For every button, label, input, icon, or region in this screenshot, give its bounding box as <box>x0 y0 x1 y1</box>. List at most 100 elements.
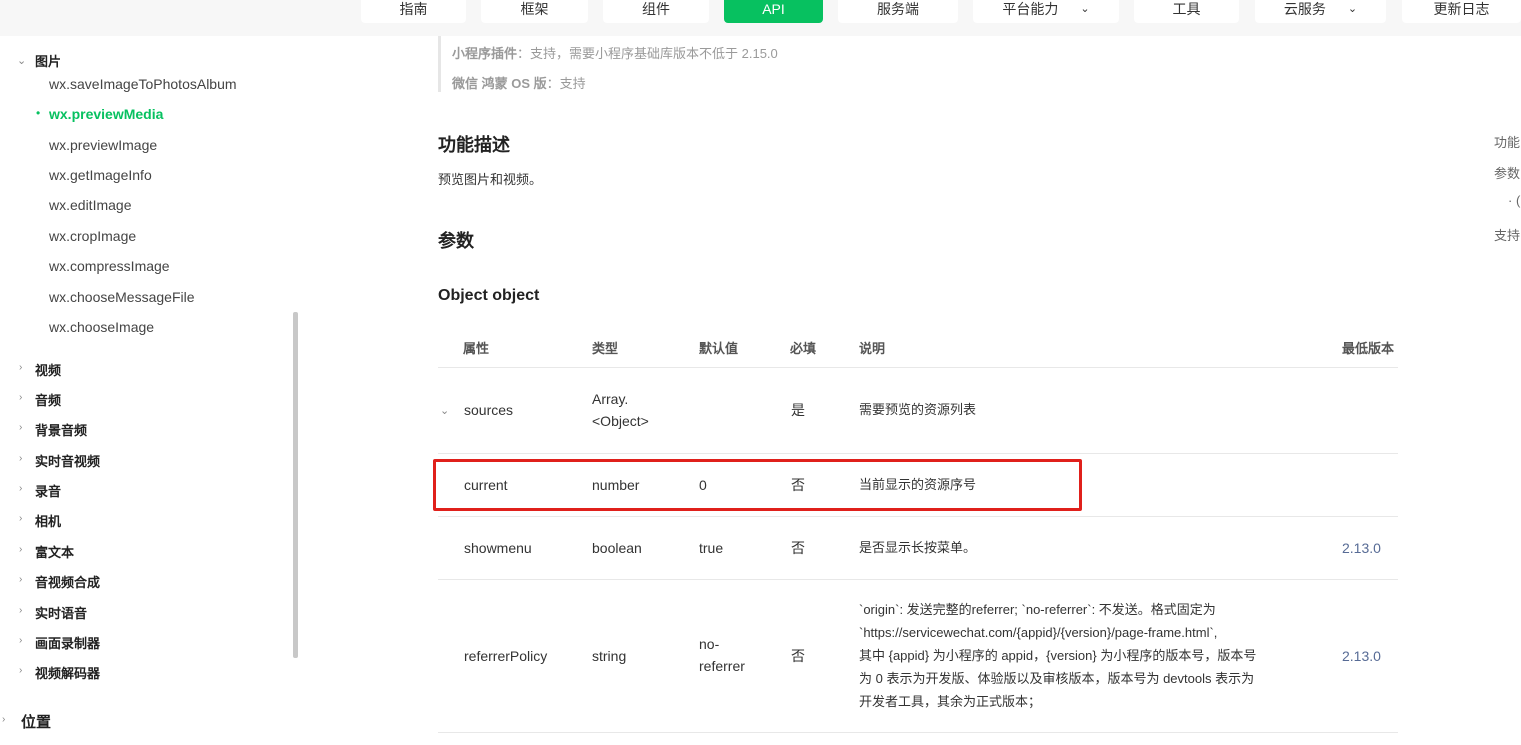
sidebar-group[interactable]: 视频解码器 <box>35 663 100 682</box>
chevron-right-icon[interactable]: › <box>19 483 22 494</box>
cell-default: no- <box>699 636 720 652</box>
support-line-plugin: 小程序插件：支持，需要小程序基础库版本不低于 2.15.0 <box>452 43 778 62</box>
nav-label: 云服务 <box>1283 0 1326 17</box>
cell-version-link[interactable]: 2.13.0 <box>1342 645 1381 667</box>
cell-default-line2: referrer <box>699 658 745 674</box>
support-label: 小程序插件 <box>452 46 518 61</box>
chevron-down-icon[interactable]: ⌄ <box>440 404 449 417</box>
chevron-down-icon: ⌄ <box>1347 3 1358 15</box>
cell-required: 否 <box>791 648 805 664</box>
th-default: 默认值 <box>699 341 739 356</box>
sidebar-group[interactable]: 实时语音 <box>35 603 87 622</box>
nav-label: 指南 <box>399 0 428 17</box>
sidebar-item[interactable]: wx.cropImage <box>49 228 136 244</box>
support-quote-bar <box>438 36 441 92</box>
chevron-right-icon[interactable]: › <box>19 392 22 403</box>
cell-name: sources <box>464 402 514 418</box>
sidebar-group[interactable]: 视频 <box>35 360 61 379</box>
table-divider <box>438 732 1398 733</box>
nav-label: 服务端 <box>877 0 919 17</box>
toc-item[interactable]: · ( <box>1508 193 1520 208</box>
cell-desc: 需要预览的资源列表 <box>859 402 977 417</box>
sidebar-group[interactable]: 富文本 <box>35 542 74 561</box>
top-nav: 指南 框架 组件 API 服务端 平台能力 ⌄ 工具 云服务 ⌄ 更新日志 <box>0 0 1521 36</box>
table-divider <box>438 367 1398 368</box>
sidebar-group[interactable]: 音频 <box>35 390 61 409</box>
nav-api[interactable]: API <box>724 0 823 23</box>
cell-type: boolean <box>592 540 642 556</box>
sidebar-scrollbar[interactable] <box>293 312 298 658</box>
section-title-description: 功能描述 <box>438 135 510 155</box>
toc-item[interactable]: 功能 <box>1494 132 1520 151</box>
cell-type: string <box>592 648 627 664</box>
sidebar-group[interactable]: 背景音频 <box>35 420 87 439</box>
table-divider <box>438 516 1398 517</box>
sidebar-section-location[interactable]: 位置 <box>21 711 51 732</box>
cell-desc-line: 开发者工具，其余为正式版本； <box>859 694 1042 709</box>
nav-guide[interactable]: 指南 <box>361 0 466 23</box>
nav-tools[interactable]: 工具 <box>1134 0 1239 23</box>
chevron-right-icon[interactable]: › <box>19 635 22 646</box>
sidebar-item[interactable]: wx.saveImageToPhotosAlbum <box>49 76 237 92</box>
cell-type: Array. <box>592 391 629 407</box>
nav-server[interactable]: 服务端 <box>838 0 958 23</box>
table-divider <box>438 453 1398 454</box>
nav-platform[interactable]: 平台能力 ⌄ <box>973 0 1119 23</box>
cell-default: true <box>699 540 724 556</box>
nav-label: API <box>762 0 785 17</box>
cell-type-line2: <Object> <box>592 413 649 429</box>
chevron-right-icon[interactable]: › <box>19 665 22 676</box>
cell-name: referrerPolicy <box>464 648 548 664</box>
chevron-down-icon[interactable]: ⌄ <box>17 54 26 67</box>
toc-item[interactable]: 参数 <box>1494 163 1520 182</box>
support-label: 微信 鸿蒙 OS 版 <box>452 76 547 91</box>
table-divider <box>438 579 1398 580</box>
chevron-right-icon[interactable]: › <box>19 453 22 464</box>
sidebar-item[interactable]: wx.getImageInfo <box>49 167 152 183</box>
cell-desc: 是否显示长按菜单。 <box>859 540 977 555</box>
sidebar-item[interactable]: wx.compressImage <box>49 258 170 274</box>
sidebar-item[interactable]: wx.chooseImage <box>49 319 154 335</box>
support-text: ：支持 <box>546 76 586 91</box>
th-desc: 说明 <box>859 341 886 356</box>
cell-version-link[interactable]: 2.13.0 <box>1342 537 1381 559</box>
sidebar-item[interactable]: wx.previewImage <box>49 137 157 153</box>
object-title: Object object <box>438 287 540 304</box>
th-name: 属性 <box>463 341 490 356</box>
sidebar-item-active[interactable]: wx.previewMedia <box>49 106 163 122</box>
sidebar-group[interactable]: 录音 <box>35 481 61 500</box>
nav-label: 组件 <box>642 0 670 17</box>
nav-changelog[interactable]: 更新日志 <box>1402 0 1521 23</box>
sidebar-item[interactable]: wx.chooseMessageFile <box>49 289 195 305</box>
toc-item[interactable]: 支持 <box>1494 225 1520 244</box>
nav-cloud[interactable]: 云服务 ⌄ <box>1255 0 1386 23</box>
nav-components[interactable]: 组件 <box>603 0 709 23</box>
nav-label: 工具 <box>1172 0 1201 17</box>
cell-desc-line: 其中 {appid} 为小程序的 appid，{version} 为小程序的版本… <box>859 648 1257 663</box>
nav-label: 框架 <box>520 0 549 17</box>
cell-desc-line: 为 0 表示为开发版、体验版以及审核版本，版本号为 devtools 表示为 <box>859 671 1255 686</box>
sidebar-group[interactable]: 画面录制器 <box>35 633 100 652</box>
description-text: 预览图片和视频。 <box>438 172 543 187</box>
chevron-right-icon[interactable]: › <box>2 714 5 725</box>
sidebar-group[interactable]: 相机 <box>35 511 61 530</box>
cell-name: showmenu <box>464 540 532 556</box>
sidebar-group[interactable]: 音视频合成 <box>35 572 100 591</box>
th-required: 必填 <box>790 341 817 356</box>
chevron-right-icon[interactable]: › <box>19 574 22 585</box>
chevron-right-icon[interactable]: › <box>19 544 22 555</box>
th-type: 类型 <box>592 341 619 356</box>
highlight-box <box>433 459 1082 511</box>
cell-desc-line: `https://servicewechat.com/{appid}/{vers… <box>859 625 1218 640</box>
chevron-right-icon[interactable]: › <box>19 605 22 616</box>
nav-framework[interactable]: 框架 <box>481 0 588 23</box>
sidebar-group-images[interactable]: 图片 <box>35 51 61 70</box>
sidebar-item[interactable]: wx.editImage <box>49 197 131 213</box>
support-text: ：支持，需要小程序基础库版本不低于 2.15.0 <box>517 46 778 61</box>
chevron-right-icon[interactable]: › <box>19 513 22 524</box>
cell-required: 否 <box>791 540 805 556</box>
chevron-down-icon: ⌄ <box>1080 3 1090 15</box>
chevron-right-icon[interactable]: › <box>19 362 22 373</box>
chevron-right-icon[interactable]: › <box>19 422 22 433</box>
sidebar-group[interactable]: 实时音视频 <box>35 451 100 470</box>
